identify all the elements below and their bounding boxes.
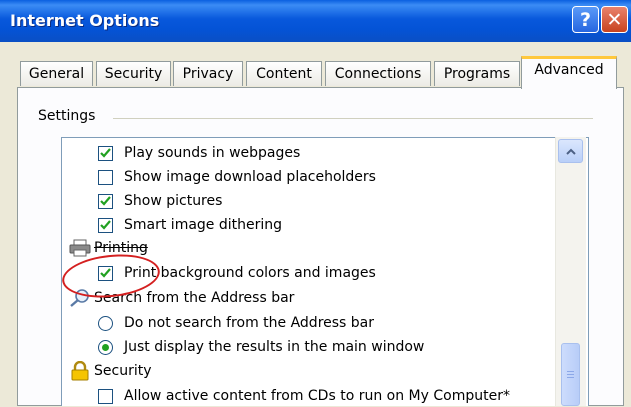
setting-print-background[interactable]: Print background colors and images [98,262,376,284]
category-label: Search from the Address bar [94,290,295,306]
checkbox-unchecked[interactable] [98,169,113,185]
padlock-icon [68,360,92,382]
check-mark-icon [100,148,111,158]
checkbox-unchecked[interactable] [98,388,113,404]
checkbox-checked[interactable] [98,217,113,233]
title-bar[interactable]: Internet Options ? ✕ [0,0,631,42]
group-divider [113,118,593,119]
grip-line [567,374,574,375]
check-mark-icon [100,268,111,278]
help-button[interactable]: ? [572,6,599,33]
magnifier-icon [68,287,92,309]
setting-smart-dithering[interactable]: Smart image dithering [98,214,282,236]
setting-display-results[interactable]: Just display the results in the main win… [98,336,424,358]
chevron-up-icon [565,148,576,155]
setting-allow-active-content[interactable]: Allow active content from CDs to run on … [98,385,510,407]
category-security: Security [68,360,152,382]
radio-selected[interactable] [98,339,113,355]
checkbox-checked[interactable] [98,265,113,281]
tab-connections[interactable]: Connections [325,61,431,86]
vertical-scrollbar[interactable] [555,137,586,406]
category-search: Search from the Address bar [68,287,294,309]
setting-label: Just display the results in the main win… [124,339,425,355]
grip-line [567,371,574,372]
setting-play-sounds[interactable]: Play sounds in webpages [98,142,300,164]
settings-group-label: Settings [38,108,96,124]
tab-advanced[interactable]: Advanced [521,56,617,89]
radio-unselected[interactable] [98,315,113,331]
check-mark-icon [100,196,111,206]
tab-content[interactable]: Content [246,61,322,86]
tab-privacy[interactable]: Privacy [173,61,243,86]
setting-label: Do not search from the Address bar [124,315,375,331]
grip-line [567,377,574,378]
category-label: Security [94,363,152,379]
scroll-thumb[interactable] [561,343,580,406]
printer-icon [68,237,92,259]
setting-label: Play sounds in webpages [124,145,301,161]
close-button[interactable]: ✕ [601,6,628,33]
setting-label: Show image download placeholders [124,169,376,185]
setting-label: Show pictures [124,193,223,209]
setting-label: Allow active content from CDs to run on … [124,388,510,404]
tab-strip: General Security Privacy Content Connect… [0,56,631,89]
tab-programs[interactable]: Programs [434,61,520,86]
radio-dot [102,343,109,351]
category-label: Printing [94,240,148,256]
setting-show-pictures[interactable]: Show pictures [98,190,222,212]
checkbox-checked[interactable] [98,193,113,209]
scroll-up-button[interactable] [558,139,583,163]
setting-label: Print background colors and images [124,265,376,281]
setting-label: Smart image dithering [124,217,283,233]
category-printing: Printing [68,237,148,259]
window-title: Internet Options [10,11,160,30]
setting-do-not-search[interactable]: Do not search from the Address bar [98,312,374,334]
check-mark-icon [100,220,111,230]
checkbox-checked[interactable] [98,145,113,161]
tab-security[interactable]: Security [96,61,171,86]
setting-show-placeholders[interactable]: Show image download placeholders [98,166,376,188]
tab-general[interactable]: General [20,61,93,86]
